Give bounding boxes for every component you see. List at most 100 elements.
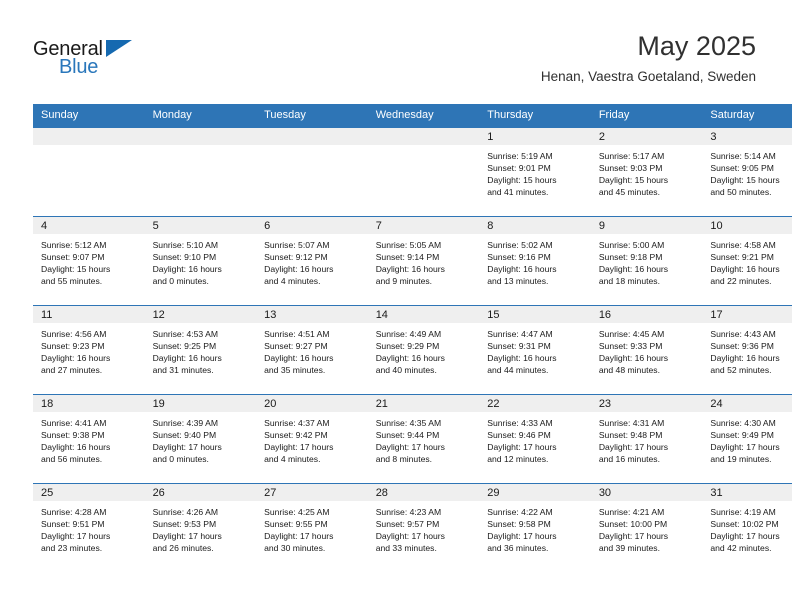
calendar-day-cell[interactable]: 7 Sunrise: 5:05 AM Sunset: 9:14 PM Daylight…	[367, 216, 480, 306]
sunrise-time: Sunrise: 4:21 AM	[598, 507, 665, 517]
daylight-duration-line1: Daylight: 16 hours	[598, 264, 669, 275]
day-details: Sunrise: 5:07 AM Sunset: 9:12 PM Daylight:…	[256, 234, 368, 287]
calendar-day-cell[interactable]: 31 Sunrise: 4:19 AM Sunset: 10:02 PM Daylig…	[702, 483, 792, 572]
calendar-day-cell[interactable]: 22 Sunrise: 4:33 AM Sunset: 9:46 PM Dayligh…	[479, 394, 591, 484]
title-block: May 2025 Henan, Vaestra Goetaland, Swede…	[541, 30, 756, 86]
calendar-day-cell[interactable]: 14 Sunrise: 4:49 AM Sunset: 9:29 PM Dayligh…	[367, 305, 480, 395]
calendar-day-cell[interactable]: 1 Sunrise: 5:19 AM Sunset: 9:01 PM Daylight…	[479, 128, 591, 217]
calendar-page: General Blue May 2025 Henan, Vaestra Goe…	[0, 0, 792, 612]
day-number: 15	[479, 306, 591, 323]
calendar-day-cell[interactable]: 23 Sunrise: 4:31 AM Sunset: 9:48 PM Dayligh…	[590, 394, 703, 484]
page-header: General Blue May 2025 Henan, Vaestra Goe…	[0, 0, 792, 104]
calendar-day-cell[interactable]: 10 Sunrise: 4:58 AM Sunset: 9:21 PM Dayligh…	[702, 216, 792, 306]
sunrise-time: Sunrise: 4:43 AM	[710, 329, 776, 339]
day-number: 1	[479, 128, 591, 145]
day-number: 12	[144, 306, 257, 323]
day-number: 27	[256, 484, 368, 501]
sunrise-time: Sunrise: 5:14 AM	[710, 151, 776, 161]
sunrise-time: Sunrise: 4:31 AM	[598, 418, 665, 428]
day-details: Sunrise: 4:19 AM Sunset: 10:02 PM Daylight…	[702, 501, 792, 554]
calendar-day-cell[interactable]: 15 Sunrise: 4:47 AM Sunset: 9:31 PM Dayligh…	[479, 305, 591, 395]
sunset-time: Sunset: 9:12 PM	[264, 252, 328, 263]
calendar-day-cell[interactable]: 16 Sunrise: 4:45 AM Sunset: 9:33 PM Dayligh…	[590, 305, 703, 395]
daylight-duration-line2: and 39 minutes.	[598, 543, 660, 554]
day-details: Sunrise: 4:33 AM Sunset: 9:46 PM Daylight:…	[479, 412, 591, 465]
day-number: 8	[479, 217, 591, 234]
sunrise-time: Sunrise: 4:53 AM	[152, 329, 219, 339]
calendar-day-cell[interactable]: 25 Sunrise: 4:28 AM Sunset: 9:51 PM Dayligh…	[33, 483, 145, 572]
calendar-day-cell-empty	[33, 128, 145, 217]
day-details: Sunrise: 5:02 AM Sunset: 9:16 PM Daylight:…	[479, 234, 591, 287]
weekday-header-tuesday: Tuesday	[256, 104, 368, 128]
sunrise-time: Sunrise: 4:35 AM	[375, 418, 442, 428]
weekday-header-sunday: Sunday	[33, 104, 145, 128]
day-details: Sunrise: 4:37 AM Sunset: 9:42 PM Daylight:…	[256, 412, 368, 465]
calendar-week-row: 18 Sunrise: 4:41 AM Sunset: 9:38 PM Dayligh…	[33, 394, 792, 484]
calendar-day-cell[interactable]: 13 Sunrise: 4:51 AM Sunset: 9:27 PM Dayligh…	[256, 305, 368, 395]
daylight-duration-line1: Daylight: 16 hours	[264, 264, 334, 275]
sunrise-time: Sunrise: 5:12 AM	[41, 240, 107, 250]
day-number: 14	[367, 306, 480, 323]
daylight-duration-line2: and 4 minutes.	[264, 276, 321, 287]
daylight-duration-line1: Daylight: 16 hours	[487, 353, 557, 364]
calendar-day-cell[interactable]: 24 Sunrise: 4:30 AM Sunset: 9:49 PM Dayligh…	[702, 394, 792, 484]
day-number: 25	[33, 484, 145, 501]
sunset-time: Sunset: 9:18 PM	[598, 252, 663, 263]
calendar-day-cell[interactable]: 29 Sunrise: 4:22 AM Sunset: 9:58 PM Dayligh…	[479, 483, 591, 572]
daylight-duration-line1: Daylight: 17 hours	[487, 531, 557, 542]
calendar-day-cell[interactable]: 20 Sunrise: 4:37 AM Sunset: 9:42 PM Dayligh…	[256, 394, 368, 484]
calendar-day-cell[interactable]: 3 Sunrise: 5:14 AM Sunset: 9:05 PM Daylight…	[702, 128, 792, 217]
daylight-duration-line2: and 13 minutes.	[487, 276, 549, 287]
daylight-duration-line1: Daylight: 16 hours	[710, 264, 780, 275]
calendar-day-cell[interactable]: 26 Sunrise: 4:26 AM Sunset: 9:53 PM Dayligh…	[144, 483, 257, 572]
weekday-header-wednesday: Wednesday	[367, 104, 480, 128]
calendar-day-cell[interactable]: 9 Sunrise: 5:00 AM Sunset: 9:18 PM Daylight…	[590, 216, 703, 306]
calendar-day-cell[interactable]: 19 Sunrise: 4:39 AM Sunset: 9:40 PM Dayligh…	[144, 394, 257, 484]
daylight-duration-line2: and 35 minutes.	[264, 365, 326, 376]
day-details: Sunrise: 4:58 AM Sunset: 9:21 PM Daylight:…	[702, 234, 792, 287]
calendar-day-cell[interactable]: 17 Sunrise: 4:43 AM Sunset: 9:36 PM Dayligh…	[702, 305, 792, 395]
sunset-time: Sunset: 10:02 PM	[710, 519, 779, 530]
calendar-day-cell[interactable]: 28 Sunrise: 4:23 AM Sunset: 9:57 PM Dayligh…	[367, 483, 480, 572]
calendar-day-cell[interactable]: 5 Sunrise: 5:10 AM Sunset: 9:10 PM Daylight…	[144, 216, 257, 306]
sunset-time: Sunset: 9:33 PM	[598, 341, 663, 352]
calendar-day-cell[interactable]: 21 Sunrise: 4:35 AM Sunset: 9:44 PM Dayligh…	[367, 394, 480, 484]
calendar-day-cell[interactable]: 18 Sunrise: 4:41 AM Sunset: 9:38 PM Dayligh…	[33, 394, 145, 484]
calendar-day-cell[interactable]: 30 Sunrise: 4:21 AM Sunset: 10:00 PM Daylig…	[590, 483, 703, 572]
day-details: Sunrise: 4:26 AM Sunset: 9:53 PM Daylight:…	[145, 501, 257, 554]
sunrise-time: Sunrise: 4:58 AM	[710, 240, 776, 250]
calendar-day-cell[interactable]: 27 Sunrise: 4:25 AM Sunset: 9:55 PM Dayligh…	[256, 483, 368, 572]
sunset-time: Sunset: 9:07 PM	[41, 252, 105, 263]
sunrise-time: Sunrise: 4:56 AM	[41, 329, 107, 339]
sunrise-time: Sunrise: 5:05 AM	[375, 240, 442, 250]
day-number: 16	[590, 306, 703, 323]
calendar-day-cell[interactable]: 12 Sunrise: 4:53 AM Sunset: 9:25 PM Dayligh…	[144, 305, 257, 395]
calendar-day-cell[interactable]: 11 Sunrise: 4:56 AM Sunset: 9:23 PM Dayligh…	[33, 305, 145, 395]
brand-logo[interactable]: General Blue	[33, 38, 153, 80]
day-number: 19	[144, 395, 257, 412]
day-number: 30	[590, 484, 703, 501]
day-number: 7	[367, 217, 480, 234]
page-subtitle: Henan, Vaestra Goetaland, Sweden	[540, 69, 756, 84]
sunset-time: Sunset: 9:42 PM	[264, 430, 328, 441]
day-number: 4	[33, 217, 145, 234]
day-number: 10	[702, 217, 792, 234]
calendar-day-cell-empty	[367, 128, 480, 217]
sunset-time: Sunset: 9:21 PM	[710, 252, 774, 263]
daylight-duration-line2: and 56 minutes.	[41, 454, 103, 465]
sunrise-time: Sunrise: 4:49 AM	[375, 329, 442, 339]
sunrise-time: Sunrise: 5:17 AM	[598, 151, 665, 161]
daylight-duration-line1: Daylight: 17 hours	[375, 442, 445, 453]
calendar-day-cell[interactable]: 2 Sunrise: 5:17 AM Sunset: 9:03 PM Daylight…	[590, 128, 703, 217]
calendar-day-cell[interactable]: 4 Sunrise: 5:12 AM Sunset: 9:07 PM Daylight…	[33, 216, 145, 306]
day-number: 11	[33, 306, 145, 323]
calendar-day-cell[interactable]: 8 Sunrise: 5:02 AM Sunset: 9:16 PM Daylight…	[479, 216, 591, 306]
calendar-day-cell[interactable]: 6 Sunrise: 5:07 AM Sunset: 9:12 PM Daylight…	[256, 216, 368, 306]
day-number: 28	[367, 484, 480, 501]
day-number: 17	[702, 306, 792, 323]
daylight-duration-line1: Daylight: 16 hours	[41, 442, 111, 453]
calendar-container: Sunday Monday Tuesday Wednesday Thursday…	[33, 104, 792, 572]
day-details: Sunrise: 5:10 AM Sunset: 9:10 PM Daylight:…	[145, 234, 257, 287]
day-details: Sunrise: 5:19 AM Sunset: 9:01 PM Daylight:…	[479, 145, 591, 198]
sunset-time: Sunset: 9:16 PM	[487, 252, 551, 263]
